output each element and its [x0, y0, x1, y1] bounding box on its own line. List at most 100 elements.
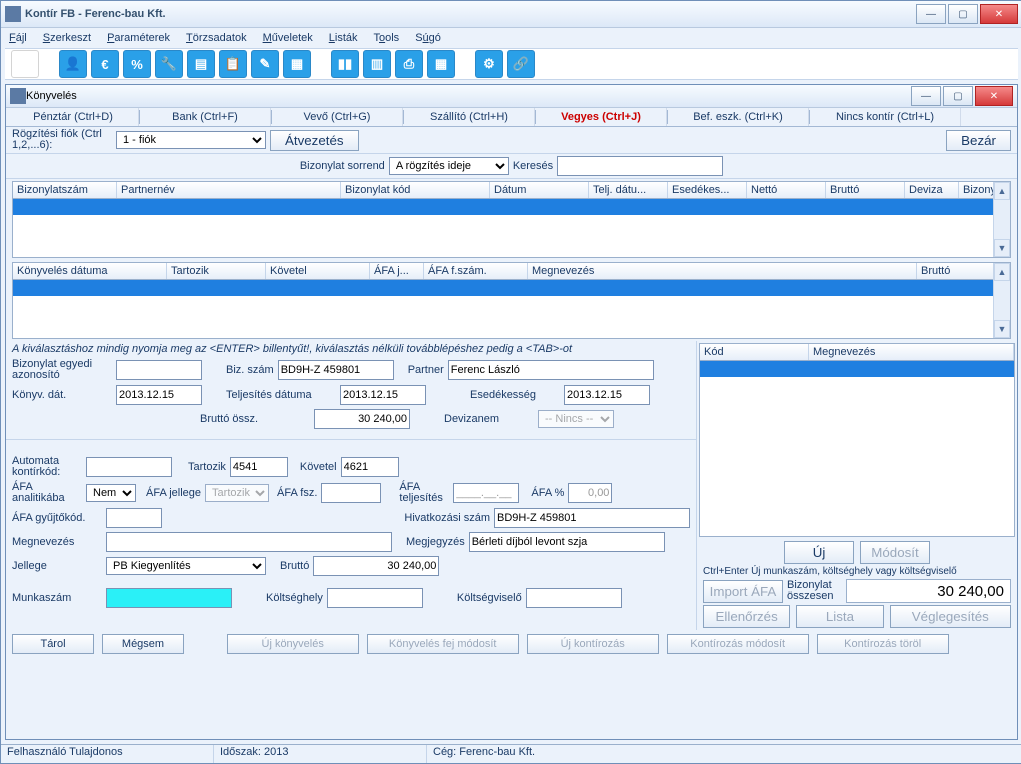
- gear-icon[interactable]: ⚙: [475, 50, 503, 78]
- menu-parameterek[interactable]: Paraméterek: [107, 32, 170, 44]
- input-telj[interactable]: [340, 385, 426, 405]
- uj-konyveles-button[interactable]: Új könyvelés: [227, 634, 359, 654]
- close-button[interactable]: ✕: [980, 4, 1018, 24]
- euro-icon[interactable]: €: [91, 50, 119, 78]
- tool-blank[interactable]: [11, 50, 39, 78]
- voucher-grid[interactable]: Bizonylatszám Partnernév Bizonylat kód D…: [12, 181, 1011, 258]
- input-megjegy[interactable]: [469, 532, 665, 552]
- wrench-icon[interactable]: 🔧: [155, 50, 183, 78]
- konyveles-fej-modosit-button[interactable]: Könyvelés fej módosít: [367, 634, 519, 654]
- input-afa-gyujto[interactable]: [106, 508, 162, 528]
- scroll-up-icon[interactable]: ▲: [994, 263, 1010, 281]
- col-megnevezes-r[interactable]: Megnevezés: [809, 344, 1014, 360]
- edit-icon[interactable]: ✎: [251, 50, 279, 78]
- tab-vegyes[interactable]: Vegyes (Ctrl+J): [536, 108, 667, 126]
- tab-vevo[interactable]: Vevő (Ctrl+G): [272, 108, 403, 126]
- percent-icon[interactable]: %: [123, 50, 151, 78]
- kontirozas-modosit-button[interactable]: Kontírozás módosít: [667, 634, 809, 654]
- uj-kontirozas-button[interactable]: Új kontírozás: [527, 634, 659, 654]
- col-afaj[interactable]: ÁFA j...: [370, 263, 424, 279]
- input-megnev[interactable]: [106, 532, 392, 552]
- maximize-button[interactable]: ▢: [948, 4, 978, 24]
- col-partnernev[interactable]: Partnernév: [117, 182, 341, 198]
- input-kovetel[interactable]: [341, 457, 399, 477]
- scroll-up-icon[interactable]: ▲: [994, 182, 1010, 200]
- input-koltsegviselo[interactable]: [526, 588, 622, 608]
- grid1-scrollbar[interactable]: ▲ ▼: [993, 182, 1010, 257]
- bars-icon[interactable]: ▮▮: [331, 50, 359, 78]
- lookup-selected-row[interactable]: [700, 361, 1014, 377]
- select-afa-anal[interactable]: Nem: [86, 484, 136, 502]
- input-brutto2[interactable]: [313, 556, 439, 576]
- kontirozas-torol-button[interactable]: Kontírozás töröl: [817, 634, 949, 654]
- col-netto[interactable]: Nettó: [747, 182, 826, 198]
- grid1-selected-row[interactable]: [13, 199, 1010, 215]
- input-biz-szam[interactable]: [278, 360, 394, 380]
- col-datum[interactable]: Dátum: [490, 182, 589, 198]
- scroll-down-icon[interactable]: ▼: [994, 239, 1010, 257]
- inner-maximize-button[interactable]: ▢: [943, 86, 973, 106]
- import-afa-button[interactable]: Import ÁFA: [703, 580, 783, 603]
- input-brutto[interactable]: [314, 409, 410, 429]
- bezar-button[interactable]: Bezár: [946, 130, 1011, 151]
- col-megnevezes[interactable]: Megnevezés: [528, 263, 917, 279]
- sorrend-select[interactable]: A rögzítés ideje: [389, 157, 509, 175]
- col-kovetel[interactable]: Követel: [266, 263, 370, 279]
- inner-close-button[interactable]: ✕: [975, 86, 1013, 106]
- minimize-button[interactable]: —: [916, 4, 946, 24]
- veglegesites-button[interactable]: Véglegesítés: [890, 605, 1011, 628]
- menu-sugo[interactable]: Súgó: [415, 32, 441, 44]
- col-tartozik[interactable]: Tartozik: [167, 263, 266, 279]
- input-afa-fsz[interactable]: [321, 483, 381, 503]
- megsem-button[interactable]: Mégsem: [102, 634, 184, 654]
- select-jelleg[interactable]: PB Kiegyenlítés: [106, 557, 266, 575]
- menu-torzsadatok[interactable]: Törzsadatok: [186, 32, 247, 44]
- col-teljdatum[interactable]: Telj. dátu...: [589, 182, 668, 198]
- input-konyv-dat[interactable]: [116, 385, 202, 405]
- user-icon[interactable]: 👤: [59, 50, 87, 78]
- col-brutto[interactable]: Bruttó: [826, 182, 905, 198]
- lista-button[interactable]: Lista: [796, 605, 883, 628]
- menu-szerkeszt[interactable]: Szerkeszt: [43, 32, 91, 44]
- tab-befeszk[interactable]: Bef. eszk. (Ctrl+K): [668, 108, 809, 126]
- tab-szallito[interactable]: Szállító (Ctrl+H): [404, 108, 535, 126]
- col-bizonylatszam[interactable]: Bizonylatszám: [13, 182, 117, 198]
- link-icon[interactable]: 🔗: [507, 50, 535, 78]
- col-esedekes[interactable]: Esedékes...: [668, 182, 747, 198]
- fiok-select[interactable]: 1 - fiók: [116, 131, 266, 149]
- printer-icon[interactable]: ⎙: [395, 50, 423, 78]
- col-kod[interactable]: Kód: [700, 344, 809, 360]
- grid2-scrollbar[interactable]: ▲ ▼: [993, 263, 1010, 338]
- input-koltseghely[interactable]: [327, 588, 423, 608]
- kereses-input[interactable]: [557, 156, 723, 176]
- input-munkaszam[interactable]: [106, 588, 232, 608]
- atvezetes-button[interactable]: Átvezetés: [270, 130, 359, 151]
- inner-minimize-button[interactable]: —: [911, 86, 941, 106]
- tarol-button[interactable]: Tárol: [12, 634, 94, 654]
- tab-bank[interactable]: Bank (Ctrl+F): [140, 108, 271, 126]
- input-partner[interactable]: [448, 360, 654, 380]
- tab-penztar[interactable]: Pénztár (Ctrl+D): [8, 108, 139, 126]
- input-hiv[interactable]: [494, 508, 690, 528]
- col-deviza[interactable]: Deviza: [905, 182, 959, 198]
- grid2-selected-row[interactable]: [13, 280, 1010, 296]
- input-tartozik[interactable]: [230, 457, 288, 477]
- lookup-grid[interactable]: Kód Megnevezés: [699, 343, 1015, 537]
- input-esed[interactable]: [564, 385, 650, 405]
- col-afafszam[interactable]: ÁFA f.szám.: [424, 263, 528, 279]
- col-bizonylatkod[interactable]: Bizonylat kód: [341, 182, 490, 198]
- calendar-icon[interactable]: ▥: [363, 50, 391, 78]
- ellenorzes-button[interactable]: Ellenőrzés: [703, 605, 790, 628]
- scroll-down-icon[interactable]: ▼: [994, 320, 1010, 338]
- tab-nincskontir[interactable]: Nincs kontír (Ctrl+L): [810, 108, 961, 126]
- col-konyvdatum[interactable]: Könyvelés dátuma: [13, 263, 167, 279]
- input-biz-egyedi[interactable]: [116, 360, 202, 380]
- modosit-button[interactable]: Módosít: [860, 541, 930, 564]
- menu-tools[interactable]: Tools: [374, 32, 400, 44]
- calc-icon[interactable]: ▦: [283, 50, 311, 78]
- booking-grid[interactable]: Könyvelés dátuma Tartozik Követel ÁFA j.…: [12, 262, 1011, 339]
- uj-button[interactable]: Új: [784, 541, 854, 564]
- grid-icon[interactable]: ▦: [427, 50, 455, 78]
- doc-icon[interactable]: ▤: [187, 50, 215, 78]
- clipboard-icon[interactable]: 📋: [219, 50, 247, 78]
